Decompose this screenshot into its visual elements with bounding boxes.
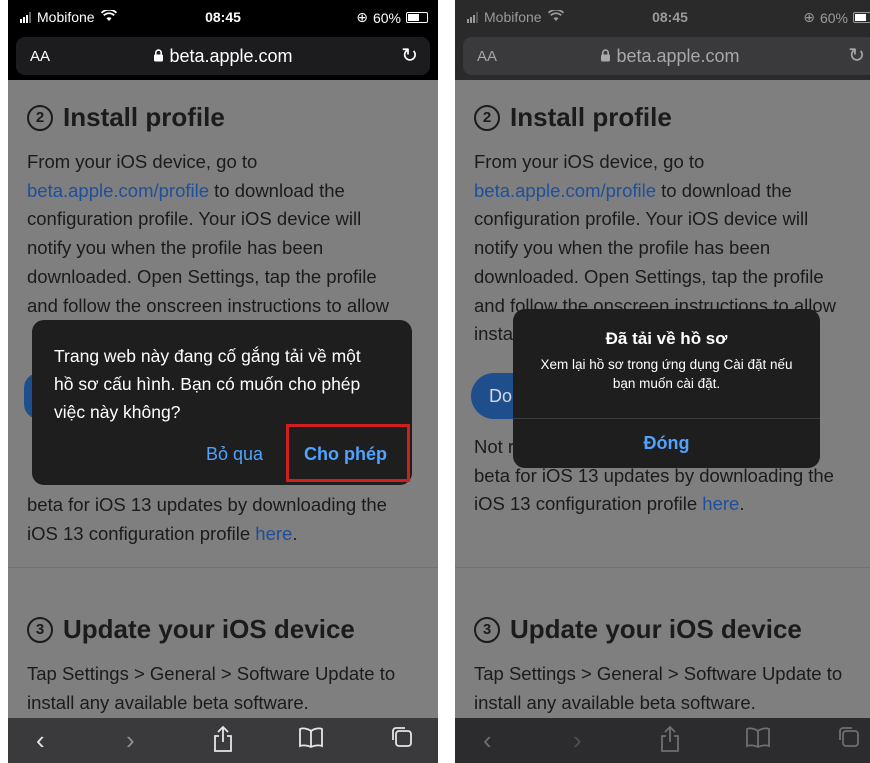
step-number: 2 — [474, 104, 500, 131]
section-divider — [8, 567, 438, 568]
close-button[interactable]: Đóng — [513, 433, 820, 454]
step-number: 3 — [474, 616, 500, 643]
lock-icon — [153, 46, 169, 66]
ignore-button[interactable]: Bỏ qua — [206, 444, 263, 465]
orientation-lock-icon: ⊕ — [803, 9, 815, 25]
bookmarks-icon[interactable] — [298, 725, 324, 755]
url-field[interactable]: AA beta.apple.com ↻ — [16, 37, 430, 75]
url-text: beta.apple.com — [169, 46, 293, 66]
status-bar: Mobifone 08:45 ⊕ 60% — [455, 0, 870, 34]
back-icon[interactable]: ‹ — [483, 725, 492, 755]
url-text: beta.apple.com — [616, 46, 740, 66]
section-title-update: 3 Update your iOS device — [27, 614, 355, 645]
note-paragraph: beta for iOS 13 updates by downloading t… — [27, 494, 387, 544]
battery-percent: 60% — [372, 9, 401, 26]
section-title-install: 2 Install profile — [27, 102, 225, 133]
reload-icon[interactable]: ↻ — [401, 43, 418, 68]
section-title-update: 3 Update your iOS device — [474, 614, 802, 645]
phone-screenshot-left: Mobifone 08:45 ⊕ 60% AA beta.apple.com ↻ — [8, 0, 438, 763]
update-paragraph: Tap Settings > General > Software Update… — [474, 663, 843, 713]
share-icon[interactable] — [212, 725, 234, 759]
update-paragraph: Tap Settings > General > Software Update… — [27, 663, 396, 713]
phone-screenshot-right: Mobifone 08:45 ⊕ 60% AA beta.apple.com ↻ — [455, 0, 870, 763]
dialog-message: Trang web này đang cố gắng tải về một hồ… — [54, 346, 361, 422]
reload-icon[interactable]: ↻ — [848, 43, 865, 68]
orientation-lock-icon: ⊕ — [356, 9, 368, 25]
status-bar: Mobifone 08:45 ⊕ 60% — [8, 0, 438, 34]
dialog-title: Đã tải về hồ sơ — [605, 329, 728, 348]
address-bar: AA beta.apple.com ↻ — [455, 34, 870, 80]
battery-percent: 60% — [819, 9, 848, 26]
dialog-divider — [513, 418, 820, 419]
section-divider — [455, 567, 870, 568]
url-field[interactable]: AA beta.apple.com ↻ — [463, 37, 870, 75]
battery-icon — [853, 12, 870, 23]
tabs-icon[interactable] — [390, 725, 414, 755]
forward-icon[interactable]: › — [126, 725, 135, 755]
address-bar: AA beta.apple.com ↻ — [8, 34, 438, 80]
profile-link[interactable]: beta.apple.com/profile — [474, 180, 656, 201]
browser-toolbar: ‹ › — [455, 718, 870, 763]
download-permission-dialog: Trang web này đang cố gắng tải về một hồ… — [32, 320, 412, 485]
lock-icon — [600, 46, 616, 66]
bookmarks-icon[interactable] — [745, 725, 771, 755]
profile-downloaded-dialog: Đã tải về hồ sơ Xem lại hồ sơ trong ứng … — [513, 309, 820, 468]
tabs-icon[interactable] — [837, 725, 861, 755]
here-link[interactable]: here — [702, 493, 739, 514]
share-icon[interactable] — [659, 725, 681, 759]
install-paragraph: From your iOS device, go to beta.apple.c… — [27, 151, 389, 316]
dialog-message: Xem lại hồ sơ trong ứng dụng Cài đặt nếu… — [540, 357, 793, 391]
highlight-box — [286, 424, 410, 482]
here-link[interactable]: here — [255, 523, 292, 544]
profile-link[interactable]: beta.apple.com/profile — [27, 180, 209, 201]
section-title-install: 2 Install profile — [474, 102, 672, 133]
battery-icon — [406, 12, 428, 23]
forward-icon[interactable]: › — [573, 725, 582, 755]
back-icon[interactable]: ‹ — [36, 725, 45, 755]
browser-toolbar: ‹ › — [8, 718, 438, 763]
step-number: 2 — [27, 104, 53, 131]
step-number: 3 — [27, 616, 53, 643]
